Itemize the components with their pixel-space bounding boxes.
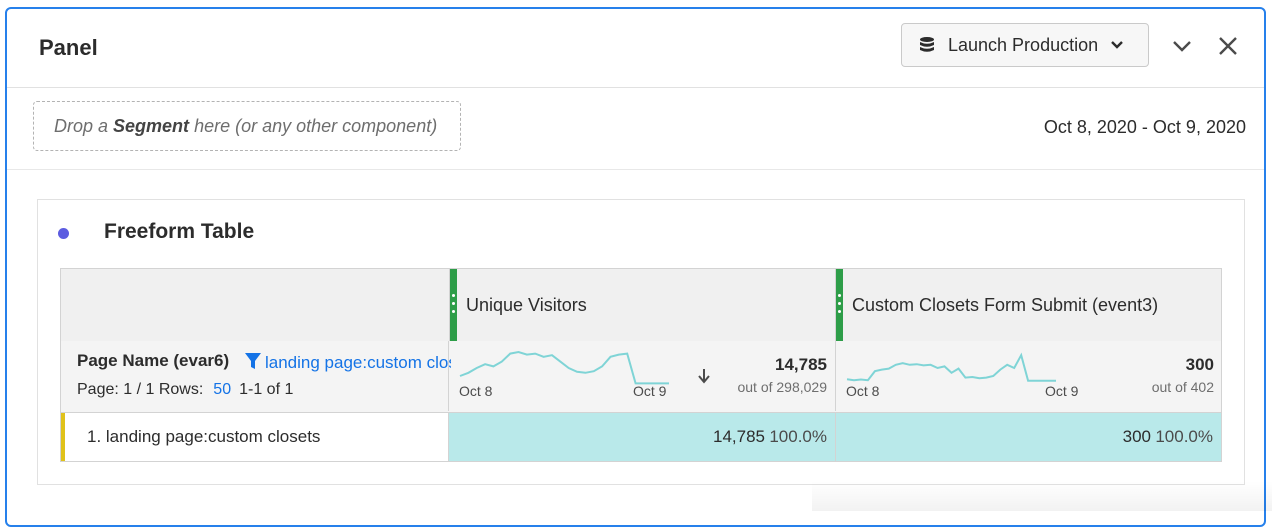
sparkline — [457, 349, 672, 387]
sparkline-start-label: Oct 8 — [846, 383, 879, 399]
sparkline-path — [460, 352, 669, 383]
table-summary-row: Page Name (evar6) landing page:custom cl… — [60, 341, 1222, 413]
visualization-status-dot — [58, 228, 69, 239]
sort-descending-icon[interactable] — [697, 367, 711, 385]
table-header-row: Unique Visitors Custom Closets Form Subm… — [60, 268, 1222, 342]
sparkline-start-label: Oct 8 — [459, 383, 492, 399]
summary-cell-form-submit: Oct 8 Oct 9 300 out of 402 — [835, 341, 1222, 411]
close-panel-button[interactable] — [1217, 35, 1239, 57]
chevron-down-icon — [1110, 38, 1124, 52]
freeform-table-visualization: Freeform Table Unique Visitors Custom Cl… — [37, 199, 1245, 485]
database-icon — [918, 36, 936, 54]
dimension-name[interactable]: Page Name (evar6) — [77, 351, 229, 371]
column-total-out-of: out of 402 — [1152, 379, 1214, 395]
column-total-out-of: out of 298,029 — [737, 379, 827, 395]
drag-handle[interactable] — [450, 269, 457, 341]
report-suite-label: Launch Production — [948, 35, 1098, 56]
cell-unique-visitors[interactable]: 14,785 100.0% — [448, 413, 835, 461]
sparkline-end-label: Oct 9 — [633, 383, 666, 399]
segment-drop-zone[interactable]: Drop a Segment here (or any other compon… — [33, 101, 461, 151]
sparkline — [844, 349, 1059, 387]
panel-header: Panel Launch Production — [7, 9, 1264, 88]
panel-title[interactable]: Panel — [39, 35, 98, 61]
report-suite-selector[interactable]: Launch Production — [901, 23, 1149, 67]
collapse-panel-button[interactable] — [1171, 35, 1193, 57]
cell-form-submit[interactable]: 300 100.0% — [835, 413, 1221, 461]
sparkline-path — [847, 355, 1056, 381]
panel: Panel Launch Production Drop a Segment h… — [5, 7, 1266, 527]
column-total: 300 — [1186, 355, 1214, 375]
filter-link[interactable]: landing page:custom closets — [265, 353, 451, 373]
freeform-table: Unique Visitors Custom Closets Form Subm… — [60, 268, 1222, 464]
segment-word: Segment — [113, 116, 189, 136]
divider — [7, 169, 1264, 170]
summary-cell-unique-visitors: Oct 8 Oct 9 14,785 out of 298,029 — [448, 341, 835, 411]
paging-info: Page: 1 / 1 Rows:501-1 of 1 — [77, 381, 293, 399]
row-label[interactable]: 1. landing page:custom closets — [87, 427, 320, 447]
date-range[interactable]: Oct 8, 2020 - Oct 9, 2020 — [1044, 117, 1246, 138]
drop-shadow — [812, 481, 1272, 511]
column-total: 14,785 — [775, 355, 827, 375]
rows-per-page-link[interactable]: 50 — [213, 381, 231, 398]
column-header-form-submit[interactable]: Custom Closets Form Submit (event3) — [835, 269, 1221, 341]
table-row[interactable]: 1. landing page:custom closets 14,785 10… — [60, 413, 1222, 462]
visualization-title[interactable]: Freeform Table — [104, 220, 254, 244]
row-color-marker — [61, 413, 65, 461]
column-header-unique-visitors[interactable]: Unique Visitors — [449, 269, 836, 341]
sparkline-end-label: Oct 9 — [1045, 383, 1078, 399]
filter-icon — [245, 353, 261, 369]
drag-handle[interactable] — [836, 269, 843, 341]
